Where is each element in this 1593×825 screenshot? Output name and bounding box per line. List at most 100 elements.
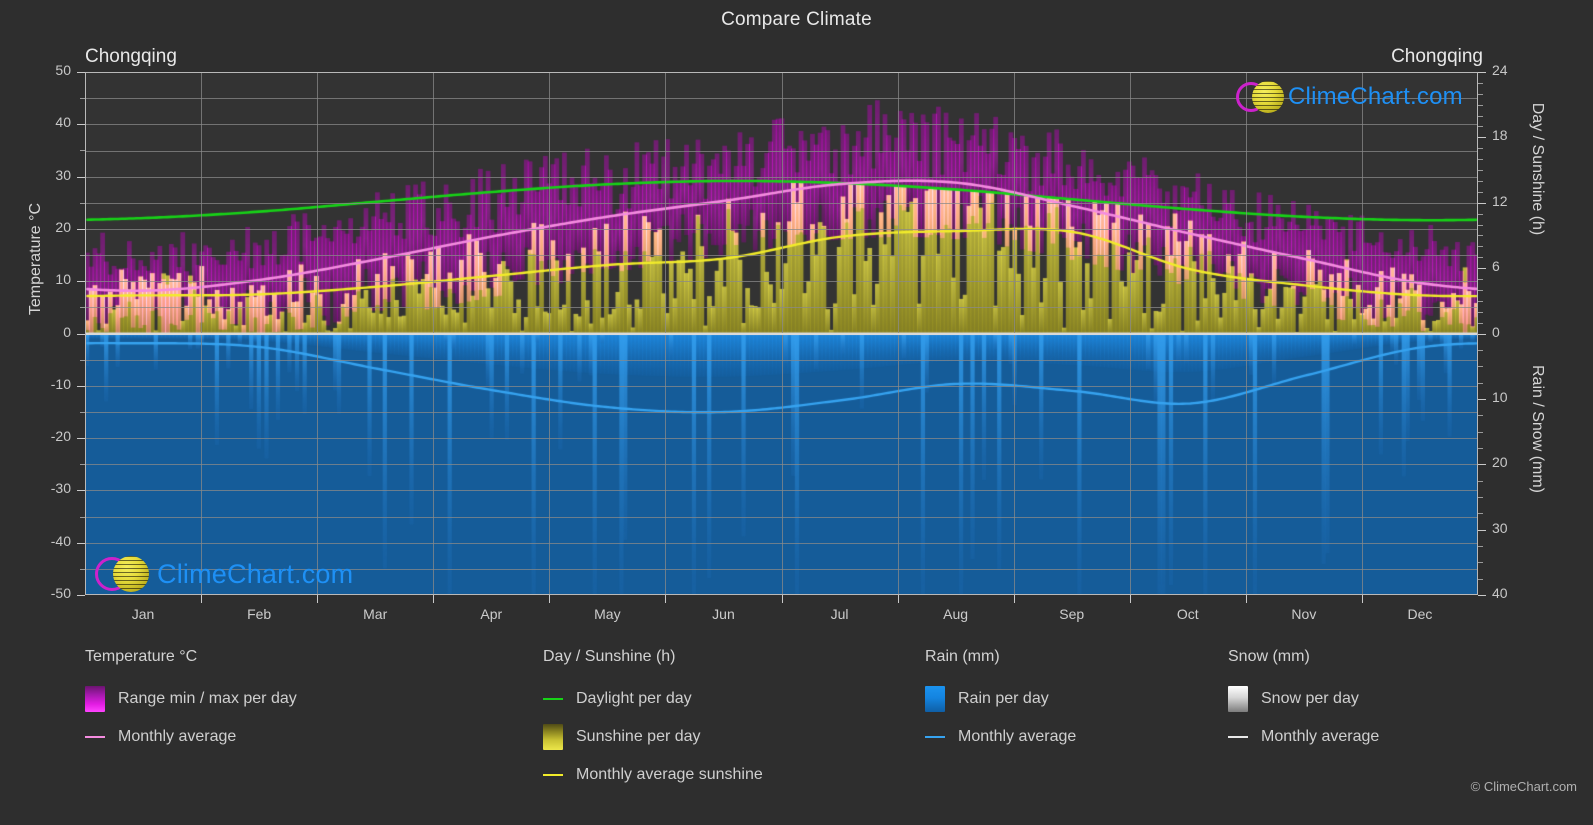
axis-tick-right-top [1478, 268, 1486, 270]
legend-title-sunshine: Day / Sunshine (h) [543, 648, 676, 665]
axis-tick-x [665, 595, 667, 603]
axis-tick-right-bottom [1478, 595, 1486, 596]
axis-tick-x [1361, 595, 1363, 603]
city-label-right: Chongqing [1391, 46, 1483, 67]
legend-line-daylight [543, 698, 563, 700]
legend-label-snow: Snow per day [1261, 690, 1359, 707]
axis-tick-right-top-minor [1478, 93, 1483, 95]
axis-title-day-sunshine: Day / Sunshine (h) [1529, 102, 1546, 236]
axis-tick-right-top-minor [1478, 82, 1483, 84]
legend-column-rain: Rain (mm) Rain per day Monthly average [925, 648, 1215, 756]
axis-tick-right-top-minor [1478, 104, 1483, 106]
axis-tick-left [77, 124, 85, 126]
legend-item-rain[interactable]: Rain per day [925, 680, 1215, 718]
axis-tick-x [781, 595, 783, 603]
axis-label-left: -20 [50, 428, 71, 445]
legend-item-sunshine[interactable]: Sunshine per day [543, 718, 943, 756]
legend-swatch-sunshine [543, 724, 563, 750]
axis-tick-right-top-minor [1478, 289, 1483, 291]
legend-title-snow: Snow (mm) [1228, 648, 1310, 665]
axis-tick-x [317, 595, 319, 603]
axis-tick-left-minor [80, 464, 85, 466]
axis-tick-right-top [1478, 72, 1486, 73]
legend-item-rain-average[interactable]: Monthly average [925, 718, 1215, 756]
axis-label-right-top: 0 [1492, 323, 1500, 340]
legend-title-rain: Rain (mm) [925, 648, 1000, 665]
legend-label-rain-average: Monthly average [958, 728, 1077, 745]
axis-label-right-top: 12 [1492, 192, 1508, 209]
axis-tick-left-minor [80, 359, 85, 361]
legend-title-temperature: Temperature °C [85, 648, 198, 665]
axis-tick-right-top-minor [1478, 300, 1483, 302]
axis-tick-right-top-minor [1478, 311, 1483, 313]
axis-tick-right-top-minor [1478, 246, 1483, 248]
legend-label-snow-average: Monthly average [1261, 728, 1380, 745]
axis-tick-right-bottom-minor [1478, 496, 1483, 498]
legend-item-snow-average[interactable]: Monthly average [1228, 718, 1528, 756]
chart-plot-area [85, 72, 1478, 595]
axis-label-month: Aug [943, 606, 969, 622]
axis-tick-left [77, 542, 85, 544]
watermark-logo-bottom: ClimeChart.com [95, 554, 353, 594]
axis-label-left: -40 [50, 532, 71, 549]
axis-label-right-bottom: 40 [1492, 585, 1508, 601]
legend-item-snow[interactable]: Snow per day [1228, 680, 1528, 718]
legend-item-temp-range[interactable]: Range min / max per day [85, 680, 515, 718]
city-label-left: Chongqing [85, 46, 177, 67]
axis-tick-right-bottom [1478, 398, 1486, 400]
axis-title-rain-snow: Rain / Snow (mm) [1529, 364, 1546, 494]
legend-line-rain-average [925, 736, 945, 738]
axis-tick-left [77, 595, 85, 596]
axis-label-left: 40 [55, 114, 71, 131]
axis-tick-x [1129, 595, 1131, 603]
axis-tick-right-top-minor [1478, 126, 1483, 128]
axis-label-month: Jun [712, 606, 735, 622]
axis-label-right-top: 24 [1492, 62, 1508, 78]
logo-globe-icon [1252, 81, 1284, 113]
axis-tick-left-minor [80, 255, 85, 257]
axis-tick-right-top-minor [1478, 148, 1483, 150]
axis-tick-right-top [1478, 137, 1486, 139]
axis-label-right-bottom: 10 [1492, 388, 1508, 405]
axis-tick-left [77, 72, 85, 73]
axis-label-month: Sep [1059, 606, 1085, 622]
legend-swatch-snow [1228, 686, 1248, 712]
axis-tick-right-bottom-minor [1478, 545, 1483, 547]
axis-tick-right-top-minor [1478, 322, 1483, 324]
axis-tick-right-bottom-minor [1478, 431, 1483, 433]
axis-tick-x [1245, 595, 1247, 603]
axis-tick-x [201, 595, 203, 603]
axis-tick-right-top-minor [1478, 257, 1483, 259]
axis-tick-right-top-minor [1478, 224, 1483, 226]
axis-tick-right-top-minor [1478, 279, 1483, 281]
axis-tick-left-minor [80, 411, 85, 413]
axis-tick-right-bottom-minor [1478, 382, 1483, 384]
legend-item-temp-average[interactable]: Monthly average [85, 718, 515, 756]
legend-line-sunshine-average [543, 774, 563, 776]
axis-label-month: May [594, 606, 621, 622]
legend-label-temp-range: Range min / max per day [118, 690, 297, 707]
axis-tick-right-bottom [1478, 529, 1486, 531]
axis-tick-x [1013, 595, 1015, 603]
legend-item-sunshine-average[interactable]: Monthly average sunshine [543, 756, 943, 794]
axis-label-left: -10 [50, 375, 71, 392]
axis-label-left: -30 [50, 480, 71, 497]
legend-item-daylight[interactable]: Daylight per day [543, 680, 943, 718]
axis-label-month: Oct [1176, 606, 1199, 622]
axis-tick-left-minor [80, 568, 85, 570]
axis-tick-right-top-minor [1478, 180, 1483, 182]
watermark-text: ClimeChart.com [157, 558, 354, 589]
axis-tick-left [77, 438, 85, 440]
axis-label-right-top: 6 [1492, 258, 1500, 275]
axis-title-temperature: Temperature °C [27, 202, 44, 316]
legend-label-sunshine: Sunshine per day [576, 728, 701, 745]
legend-label-sunshine-average: Monthly average sunshine [576, 766, 763, 783]
axis-label-month: Jul [830, 606, 849, 622]
watermark-logo-top: ClimeChart.com [1236, 79, 1463, 115]
axis-tick-left [77, 490, 85, 492]
watermark-text: ClimeChart.com [1288, 83, 1463, 110]
axis-label-month: Feb [247, 606, 272, 622]
axis-tick-right-top-minor [1478, 115, 1483, 117]
zero-line [85, 332, 1478, 335]
axis-label-right-bottom: 30 [1492, 519, 1508, 536]
